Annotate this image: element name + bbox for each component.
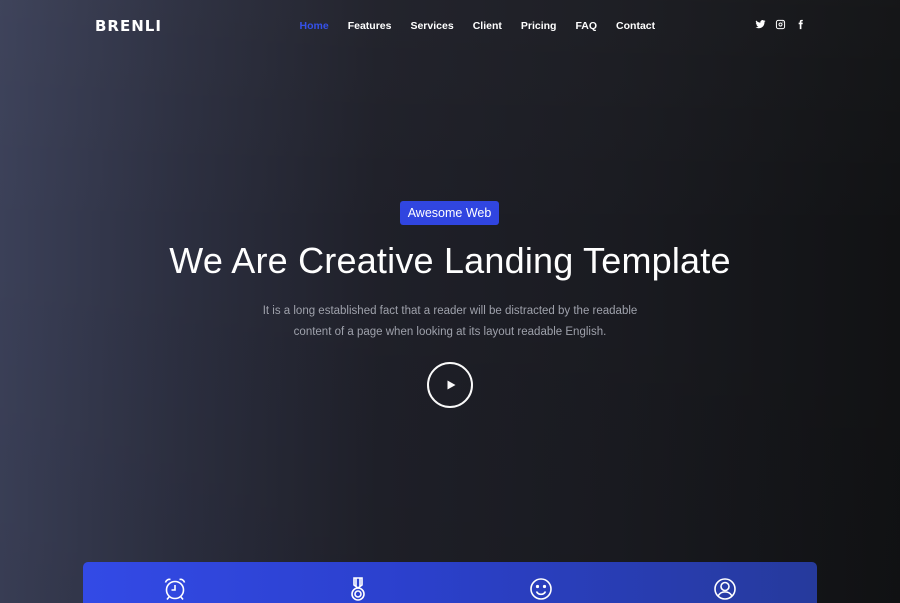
brand-logo[interactable]: BRENLI [95, 17, 162, 35]
medal-icon [345, 576, 371, 602]
nav-item-client[interactable]: Client [463, 20, 511, 32]
alarm-clock-icon [162, 576, 188, 602]
nav-item-faq[interactable]: FAQ [566, 20, 607, 32]
twitter-icon[interactable] [755, 19, 766, 30]
nav-item-features[interactable]: Features [338, 20, 401, 32]
play-video-button[interactable] [427, 362, 473, 408]
hero-subtitle: It is a long established fact that a rea… [262, 305, 638, 338]
navbar: BRENLI Home Features Services Client Pri… [0, 0, 900, 54]
hero-title: We Are Creative Landing Template [169, 240, 731, 281]
feature-strip [83, 562, 817, 603]
instagram-icon[interactable] [775, 19, 786, 30]
smiley-icon [528, 576, 554, 602]
facebook-icon[interactable] [795, 19, 806, 30]
social-links [755, 19, 806, 30]
nav-item-contact[interactable]: Contact [607, 20, 665, 32]
play-icon [447, 380, 456, 390]
hero-section: BRENLI Home Features Services Client Pri… [0, 0, 900, 603]
nav-menu: Home Features Services Client Pricing FA… [290, 20, 665, 32]
nav-item-pricing[interactable]: Pricing [511, 20, 566, 32]
nav-item-services[interactable]: Services [401, 20, 463, 32]
hero-badge: Awesome Web [400, 201, 499, 225]
user-icon [712, 576, 738, 602]
nav-item-home[interactable]: Home [290, 20, 338, 32]
